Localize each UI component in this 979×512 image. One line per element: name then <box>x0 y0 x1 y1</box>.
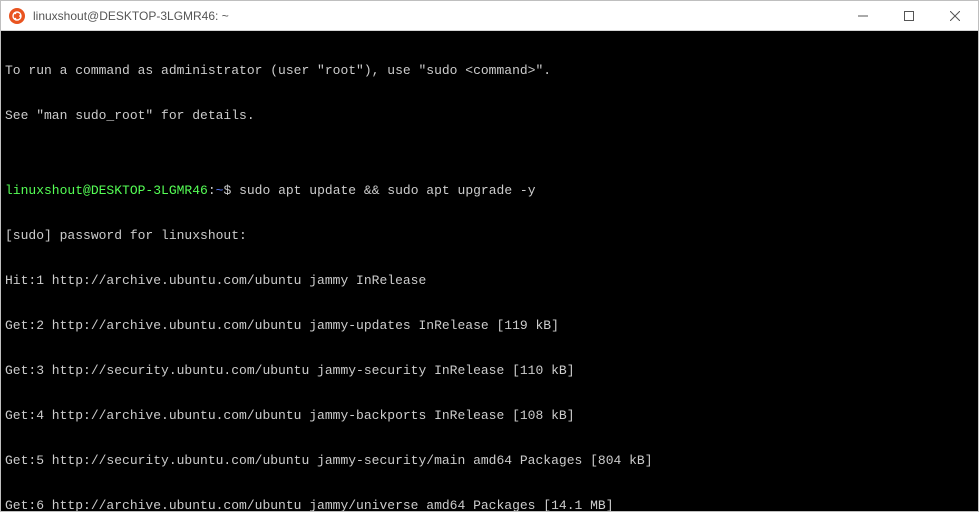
ubuntu-icon <box>9 8 25 24</box>
minimize-button[interactable] <box>840 1 886 30</box>
command-text: sudo apt update && sudo apt upgrade -y <box>239 183 535 198</box>
terminal-line: [sudo] password for linuxshout: <box>5 228 974 243</box>
prompt-dollar: $ <box>223 183 239 198</box>
close-button[interactable] <box>932 1 978 30</box>
terminal-body[interactable]: To run a command as administrator (user … <box>1 31 978 511</box>
terminal-line: To run a command as administrator (user … <box>5 63 974 78</box>
maximize-button[interactable] <box>886 1 932 30</box>
terminal-line: Get:3 http://security.ubuntu.com/ubuntu … <box>5 363 974 378</box>
window-controls <box>840 1 978 30</box>
terminal-line: Get:4 http://archive.ubuntu.com/ubuntu j… <box>5 408 974 423</box>
terminal-window: linuxshout@DESKTOP-3LGMR46: ~ To run a c… <box>0 0 979 512</box>
terminal-line: Get:5 http://security.ubuntu.com/ubuntu … <box>5 453 974 468</box>
window-title: linuxshout@DESKTOP-3LGMR46: ~ <box>33 9 840 23</box>
terminal-line: Get:6 http://archive.ubuntu.com/ubuntu j… <box>5 498 974 511</box>
terminal-line: Hit:1 http://archive.ubuntu.com/ubuntu j… <box>5 273 974 288</box>
prompt-userhost: linuxshout@DESKTOP-3LGMR46 <box>5 183 208 198</box>
terminal-line: Get:2 http://archive.ubuntu.com/ubuntu j… <box>5 318 974 333</box>
prompt-line: linuxshout@DESKTOP-3LGMR46:~$ sudo apt u… <box>5 183 974 198</box>
prompt-sep: : <box>208 183 216 198</box>
terminal-line: See "man sudo_root" for details. <box>5 108 974 123</box>
titlebar[interactable]: linuxshout@DESKTOP-3LGMR46: ~ <box>1 1 978 31</box>
